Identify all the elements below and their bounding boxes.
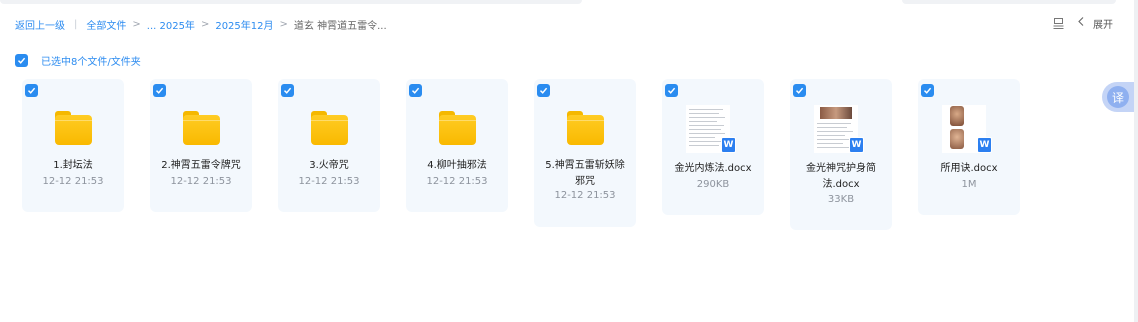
breadcrumb: 返回上一级 | 全部文件 > ... 2025年 > 2025年12月 > 道玄… (15, 16, 387, 32)
file-name: 金光内炼法.docx (674, 163, 752, 174)
check-icon (667, 87, 676, 94)
item-checkbox[interactable] (537, 84, 550, 97)
file-card-folder-3[interactable]: 3.火帝咒 12-12 21:53 (278, 79, 380, 212)
check-icon (27, 87, 36, 94)
item-checkbox[interactable] (665, 84, 678, 97)
file-card-folder-5[interactable]: 5.神霄五雷斩妖除邪咒 12-12 21:53 (534, 79, 636, 227)
chevron-right-icon: > (279, 18, 288, 30)
file-name: 1.封坛法 (53, 160, 93, 171)
file-name: 金光神咒护身简法.docx (806, 163, 876, 190)
breadcrumb-month[interactable]: 2025年12月 (215, 17, 273, 32)
file-size: 290KB (696, 179, 730, 190)
chevron-right-icon: > (132, 18, 141, 30)
check-icon (283, 87, 292, 94)
document-thumbnail: W (942, 105, 992, 153)
check-icon (411, 87, 420, 94)
file-date: 12-12 21:53 (426, 176, 488, 187)
view-tools: 展开 (1052, 15, 1113, 31)
item-checkbox[interactable] (281, 84, 294, 97)
file-card-docx-3[interactable]: W 所用诀.docx 1M (918, 79, 1020, 215)
file-date: 12-12 21:53 (170, 176, 232, 187)
folder-icon (183, 111, 220, 145)
file-size: 1M (961, 179, 977, 190)
view-toggle-icon[interactable] (1052, 17, 1064, 29)
breadcrumb-current: 道玄 神霄道五雷令... (293, 20, 387, 32)
file-name: 所用诀.docx (940, 163, 998, 174)
document-thumbnail: W (686, 105, 736, 153)
expand-button[interactable]: 展开 (1078, 16, 1113, 31)
item-checkbox[interactable] (793, 84, 806, 97)
check-icon (923, 87, 932, 94)
file-name: 3.火帝咒 (309, 160, 349, 171)
check-icon (17, 57, 26, 64)
file-size: 33KB (827, 194, 855, 205)
breadcrumb-divider: | (74, 18, 78, 30)
scrollbar[interactable] (1134, 0, 1138, 322)
chevron-right-icon: > (200, 18, 210, 30)
selection-bar: 已选中8个文件/文件夹 (15, 53, 141, 68)
item-checkbox[interactable] (409, 84, 422, 97)
breadcrumb-all-files[interactable]: 全部文件 (86, 17, 126, 32)
item-checkbox[interactable] (921, 84, 934, 97)
file-name: 5.神霄五雷斩妖除邪咒 (545, 160, 625, 187)
document-thumbnail: W (814, 105, 864, 153)
file-card-folder-4[interactable]: 4.柳叶抽邪法 12-12 21:53 (406, 79, 508, 212)
back-link[interactable]: 返回上一级 (15, 17, 65, 32)
file-card-docx-1[interactable]: W 金光内炼法.docx 290KB (662, 79, 764, 215)
top-bar-right (902, 0, 1116, 4)
file-name: 2.神霄五雷令牌咒 (161, 160, 241, 171)
folder-icon (55, 111, 92, 145)
item-checkbox[interactable] (25, 84, 38, 97)
selection-count: 已选中8个文件/文件夹 (41, 57, 141, 68)
file-name: 4.柳叶抽邪法 (427, 160, 487, 171)
file-date: 12-12 21:53 (298, 176, 360, 187)
file-card-docx-2[interactable]: W 金光神咒护身简法.docx 33KB (790, 79, 892, 230)
translate-button[interactable]: 译 (1102, 82, 1138, 112)
file-card-folder-1[interactable]: 1.封坛法 12-12 21:53 (22, 79, 124, 212)
item-checkbox[interactable] (153, 84, 166, 97)
folder-icon (311, 111, 348, 145)
chevron-left-icon (1078, 17, 1084, 29)
select-all-checkbox[interactable] (15, 54, 28, 67)
expand-label: 展开 (1093, 19, 1113, 31)
word-doc-icon: W (721, 137, 736, 153)
check-icon (539, 87, 548, 94)
word-doc-icon: W (977, 137, 992, 153)
folder-icon (567, 111, 604, 145)
file-card-folder-2[interactable]: 2.神霄五雷令牌咒 12-12 21:53 (150, 79, 252, 212)
file-date: 12-12 21:53 (554, 190, 616, 201)
folder-icon (439, 111, 476, 145)
breadcrumb-year[interactable]: ... 2025年 (147, 17, 195, 32)
word-doc-icon: W (849, 137, 864, 153)
check-icon (795, 87, 804, 94)
check-icon (155, 87, 164, 94)
file-date: 12-12 21:53 (42, 176, 104, 187)
top-bar-left (0, 0, 582, 4)
translate-icon: 译 (1107, 86, 1129, 108)
